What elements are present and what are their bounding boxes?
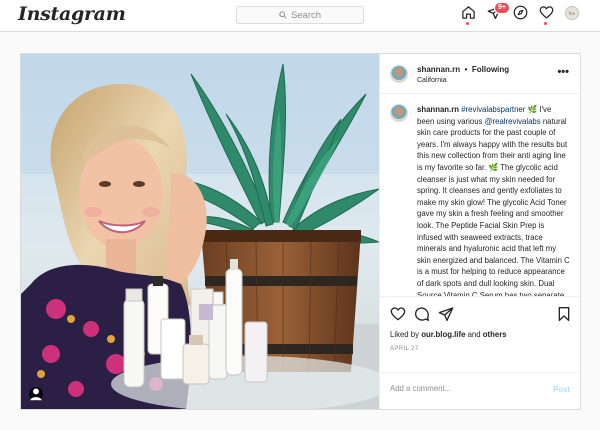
- caption-username[interactable]: shannan.rn: [417, 105, 459, 114]
- search-input[interactable]: Search: [236, 6, 364, 24]
- direct-button[interactable]: 9+: [485, 2, 510, 25]
- profile-button[interactable]: fbe: [563, 5, 581, 25]
- activity-button[interactable]: [537, 5, 555, 25]
- instagram-logo[interactable]: Instagram: [18, 3, 126, 25]
- home-button[interactable]: [459, 5, 477, 25]
- heart-icon: [539, 6, 553, 19]
- heart-icon: [390, 307, 406, 321]
- caption-hashtag-link[interactable]: #revivalabspartner: [461, 105, 525, 114]
- compass-icon: [513, 5, 527, 20]
- comment-button[interactable]: [414, 306, 430, 322]
- home-indicator-dot: [466, 22, 469, 25]
- following-button[interactable]: Following: [472, 65, 509, 74]
- caption-hashtag-link[interactable]: @realrevivalabs: [485, 117, 541, 126]
- post-comment-button[interactable]: Post: [553, 385, 570, 394]
- post-caption: shannan.rn #revivalabspartner 🌿 I've bee…: [417, 104, 570, 296]
- activity-indicator-dot: [544, 22, 547, 25]
- action-row: [390, 306, 572, 322]
- comment-icon: [414, 307, 429, 321]
- post-actions: Liked by our.blog.life and others APRIL …: [380, 296, 580, 409]
- like-button[interactable]: [390, 306, 406, 322]
- share-button[interactable]: [438, 306, 454, 322]
- post-image: [21, 54, 379, 409]
- search-icon: [279, 11, 287, 19]
- caption-author-avatar[interactable]: [390, 104, 408, 122]
- author-avatar[interactable]: [390, 64, 408, 83]
- likes-others[interactable]: others: [483, 330, 507, 339]
- explore-button[interactable]: [511, 5, 529, 25]
- user-icon: [30, 388, 42, 401]
- home-icon: [461, 6, 475, 19]
- search-placeholder: Search: [290, 9, 322, 21]
- top-nav-bar: Instagram Search 9+ fbe: [0, 0, 600, 32]
- likes-joiner: and: [465, 330, 483, 339]
- save-button[interactable]: [556, 306, 572, 322]
- more-options-button[interactable]: •••: [557, 67, 569, 78]
- caption-text: natural skin care products for the past …: [417, 116, 570, 296]
- author-info: shannan.rn • Following California: [417, 62, 509, 86]
- comment-form: Post: [380, 372, 580, 409]
- notification-badge: 9+: [494, 2, 510, 14]
- follow-separator: •: [464, 64, 468, 74]
- post-location[interactable]: California: [417, 75, 509, 86]
- post-photo[interactable]: [21, 54, 379, 409]
- liker-username[interactable]: our.blog.life: [421, 330, 465, 339]
- bookmark-icon: [558, 307, 570, 321]
- caption-area: shannan.rn #revivalabspartner 🌿 I've bee…: [380, 94, 580, 296]
- author-username[interactable]: shannan.rn: [417, 65, 460, 74]
- user-tag-button[interactable]: [29, 387, 43, 401]
- post-sidebar: shannan.rn • Following California ••• sh…: [379, 54, 581, 409]
- share-icon: [438, 307, 454, 321]
- profile-avatar: fbe: [565, 6, 579, 20]
- likes-summary: Liked by our.blog.life and others: [390, 330, 507, 339]
- comment-input[interactable]: [390, 384, 530, 393]
- likes-prefix: Liked by: [390, 330, 422, 339]
- post-card: shannan.rn • Following California ••• sh…: [20, 53, 581, 410]
- post-header: shannan.rn • Following California •••: [380, 54, 581, 94]
- post-date[interactable]: APRIL 27: [390, 346, 419, 352]
